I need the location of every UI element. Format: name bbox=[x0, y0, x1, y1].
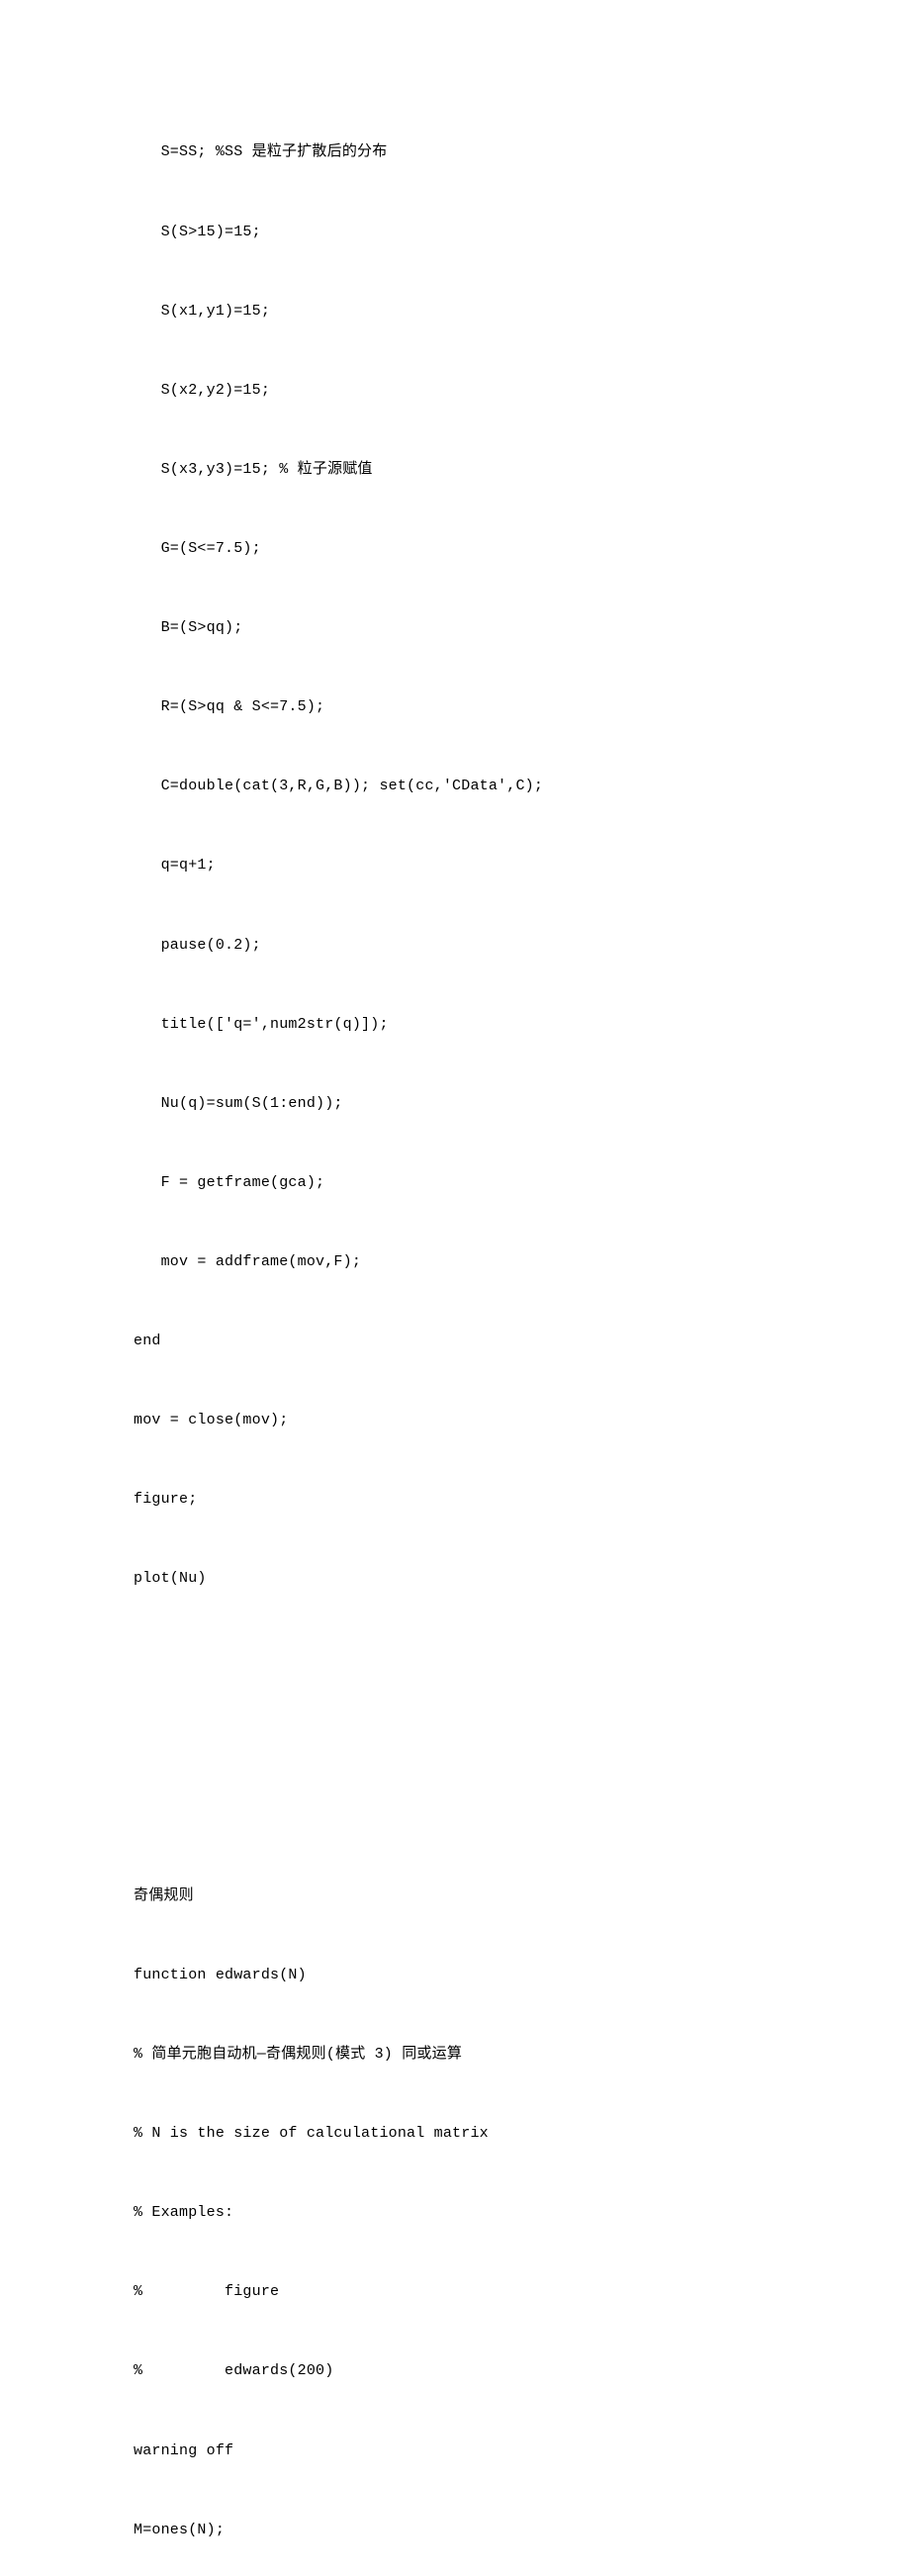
code-line: S(x1,y1)=15; bbox=[134, 299, 910, 325]
code-line: % edwards(200) bbox=[134, 2358, 910, 2385]
code-line: q=q+1; bbox=[134, 853, 910, 879]
code-line bbox=[134, 1804, 910, 1831]
code-line: F = getframe(gca); bbox=[134, 1170, 910, 1197]
code-line: function edwards(N) bbox=[134, 1963, 910, 1989]
code-line: title(['q=',num2str(q)]); bbox=[134, 1012, 910, 1039]
code-line: S(x2,y2)=15; bbox=[134, 378, 910, 405]
code-line: plot(Nu) bbox=[134, 1566, 910, 1593]
code-line: 奇偶规则 bbox=[134, 1884, 910, 1910]
code-line: % figure bbox=[134, 2279, 910, 2306]
code-line: S(S>15)=15; bbox=[134, 220, 910, 246]
code-line: end bbox=[134, 1329, 910, 1355]
code-line: % N is the size of calculational matrix bbox=[134, 2121, 910, 2148]
code-line: R=(S>qq & S<=7.5); bbox=[134, 694, 910, 721]
code-line: M=ones(N); bbox=[134, 2518, 910, 2544]
code-line: S=SS; %SS 是粒子扩散后的分布 bbox=[134, 139, 910, 166]
code-line bbox=[134, 1725, 910, 1752]
code-line: S(x3,y3)=15; % 粒子源赋值 bbox=[134, 457, 910, 484]
code-line: G=(S<=7.5); bbox=[134, 536, 910, 563]
code-line: pause(0.2); bbox=[134, 933, 910, 960]
code-line: warning off bbox=[134, 2438, 910, 2465]
code-line: B=(S>qq); bbox=[134, 615, 910, 642]
document-page: S=SS; %SS 是粒子扩散后的分布 S(S>15)=15; S(x1,y1)… bbox=[0, 0, 910, 2576]
code-line: Nu(q)=sum(S(1:end)); bbox=[134, 1091, 910, 1118]
code-line: figure; bbox=[134, 1487, 910, 1514]
code-line: mov = close(mov); bbox=[134, 1408, 910, 1434]
code-line bbox=[134, 1645, 910, 1672]
code-line: % Examples: bbox=[134, 2200, 910, 2227]
code-line: % 简单元胞自动机—奇偶规则(模式 3) 同或运算 bbox=[134, 2042, 910, 2069]
code-line: mov = addframe(mov,F); bbox=[134, 1249, 910, 1276]
code-block: S=SS; %SS 是粒子扩散后的分布 S(S>15)=15; S(x1,y1)… bbox=[134, 87, 910, 2576]
code-line: C=double(cat(3,R,G,B)); set(cc,'CData',C… bbox=[134, 774, 910, 800]
